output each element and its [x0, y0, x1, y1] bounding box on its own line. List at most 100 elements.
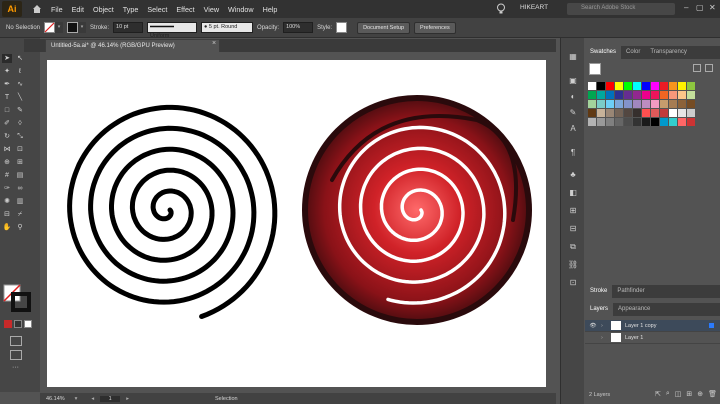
swatch[interactable]: [642, 82, 650, 90]
make-clipping-mask-icon[interactable]: ◫: [675, 390, 682, 398]
swatch[interactable]: [588, 100, 596, 108]
swatch[interactable]: [588, 82, 596, 90]
tab-layers[interactable]: Layers: [585, 303, 614, 316]
symbol-sprayer-tool-icon[interactable]: ✺: [2, 197, 12, 206]
swatch[interactable]: [678, 118, 686, 126]
scale-tool-icon[interactable]: ⤡: [15, 132, 25, 141]
stroke-label[interactable]: Stroke:: [90, 25, 109, 31]
tab-color[interactable]: Color: [621, 46, 645, 59]
brush-definition[interactable]: ● 5 pt. Round: [201, 22, 254, 33]
swatch[interactable]: [651, 100, 659, 108]
swatch[interactable]: [678, 91, 686, 99]
artboard[interactable]: [47, 60, 546, 387]
gradient-mode-icon[interactable]: [14, 320, 22, 328]
swatch[interactable]: [615, 118, 623, 126]
eyedropper-tool-icon[interactable]: ✑: [2, 184, 12, 193]
swatch[interactable]: [615, 82, 623, 90]
layer-row[interactable]: › Layer 1: [585, 332, 720, 344]
tab-stroke[interactable]: Stroke: [585, 285, 613, 298]
swatch[interactable]: [660, 82, 668, 90]
close-tab-icon[interactable]: ×: [212, 40, 216, 47]
blend-tool-icon[interactable]: ∞: [15, 184, 25, 193]
none-mode-icon[interactable]: [24, 320, 32, 328]
swatch[interactable]: [597, 91, 605, 99]
zoom-level[interactable]: 46.14%: [46, 396, 65, 402]
swatch[interactable]: [642, 118, 650, 126]
swatch[interactable]: [624, 118, 632, 126]
artboard-tool-icon[interactable]: ⊟: [2, 210, 12, 219]
hand-tool-icon[interactable]: ✋: [2, 223, 12, 232]
swatch[interactable]: [615, 100, 623, 108]
zoom-tool-icon[interactable]: ⚲: [15, 223, 25, 232]
swatch[interactable]: [687, 100, 695, 108]
swatch[interactable]: [615, 109, 623, 117]
maximize-icon[interactable]: ▢: [696, 3, 704, 12]
perspective-grid-tool-icon[interactable]: ⊞: [15, 158, 25, 167]
swatch[interactable]: [642, 91, 650, 99]
red-spiral[interactable]: [302, 95, 532, 325]
selection-tool-icon[interactable]: ➤: [2, 54, 12, 63]
swatch[interactable]: [687, 82, 695, 90]
edit-toolbar-icon[interactable]: ···: [12, 364, 19, 371]
width-tool-icon[interactable]: ⋈: [2, 145, 12, 154]
swatch[interactable]: [678, 82, 686, 90]
brushes-icon[interactable]: ✎: [567, 108, 579, 118]
stroke-dropdown[interactable]: ▾: [78, 22, 87, 33]
tab-appearance[interactable]: Appearance: [613, 303, 655, 316]
swatch[interactable]: [660, 100, 668, 108]
tab-swatches[interactable]: Swatches: [585, 46, 622, 59]
collect-export-icon[interactable]: ⇱: [655, 390, 661, 398]
fill-stroke-icon[interactable]: [3, 284, 31, 312]
align-icon[interactable]: ⊟: [567, 224, 579, 234]
column-graph-tool-icon[interactable]: ▥: [15, 197, 25, 206]
opacity-field[interactable]: 100%: [283, 22, 314, 33]
free-transform-tool-icon[interactable]: ⊡: [15, 145, 25, 154]
lasso-tool-icon[interactable]: ℓ: [15, 67, 25, 76]
swatch[interactable]: [606, 109, 614, 117]
black-spiral[interactable]: [67, 104, 278, 319]
swatch[interactable]: [651, 82, 659, 90]
swatch[interactable]: [687, 91, 695, 99]
swatch[interactable]: [669, 82, 677, 90]
swatch[interactable]: [660, 109, 668, 117]
swatch[interactable]: [669, 91, 677, 99]
swatch[interactable]: [669, 109, 677, 117]
swatch[interactable]: [588, 91, 596, 99]
swatch[interactable]: [606, 91, 614, 99]
mesh-tool-icon[interactable]: #: [2, 171, 12, 180]
visibility-icon[interactable]: 👁: [585, 323, 601, 329]
swatch[interactable]: [606, 118, 614, 126]
menu-type[interactable]: Type: [123, 5, 139, 14]
swatch[interactable]: [678, 100, 686, 108]
gradient-tool-icon[interactable]: ▤: [15, 171, 25, 180]
locate-object-icon[interactable]: ⌕: [666, 390, 670, 398]
prev-artboard-icon[interactable]: ◂: [91, 396, 94, 402]
swatch[interactable]: [633, 82, 641, 90]
stroke-swatch[interactable]: [67, 22, 79, 33]
pathfinder-icon[interactable]: ⧉: [567, 242, 579, 252]
document-setup-button[interactable]: Document Setup: [357, 21, 411, 34]
menu-object[interactable]: Object: [93, 5, 114, 14]
menu-help[interactable]: Help: [263, 5, 278, 14]
direct-selection-tool-icon[interactable]: ↖: [15, 54, 25, 63]
swatch-grid[interactable]: [588, 82, 695, 126]
menu-view[interactable]: View: [204, 5, 219, 14]
line-tool-icon[interactable]: ╲: [15, 93, 25, 102]
swatch[interactable]: [651, 91, 659, 99]
swatch[interactable]: [642, 109, 650, 117]
document-tab[interactable]: Untitled-5a.ai* @ 46.14% (RGB/GPU Previe…: [45, 39, 220, 52]
swatch[interactable]: [651, 109, 659, 117]
fill-dropdown[interactable]: ▾: [55, 22, 64, 33]
swatch-fill-preview[interactable]: [589, 63, 601, 75]
eraser-tool-icon[interactable]: ◊: [15, 119, 25, 128]
workspace-switcher[interactable]: HIKEART: [520, 4, 548, 11]
minimize-icon[interactable]: –: [684, 3, 688, 12]
menu-file[interactable]: File: [51, 5, 63, 14]
swatch[interactable]: [588, 109, 596, 117]
opacity-label[interactable]: Opacity:: [257, 25, 279, 31]
tab-pathfinder[interactable]: Pathfinder: [612, 285, 649, 298]
swatch[interactable]: [624, 91, 632, 99]
swatch[interactable]: [624, 100, 632, 108]
swatch[interactable]: [651, 118, 659, 126]
symbols-icon[interactable]: ♣: [567, 170, 579, 180]
